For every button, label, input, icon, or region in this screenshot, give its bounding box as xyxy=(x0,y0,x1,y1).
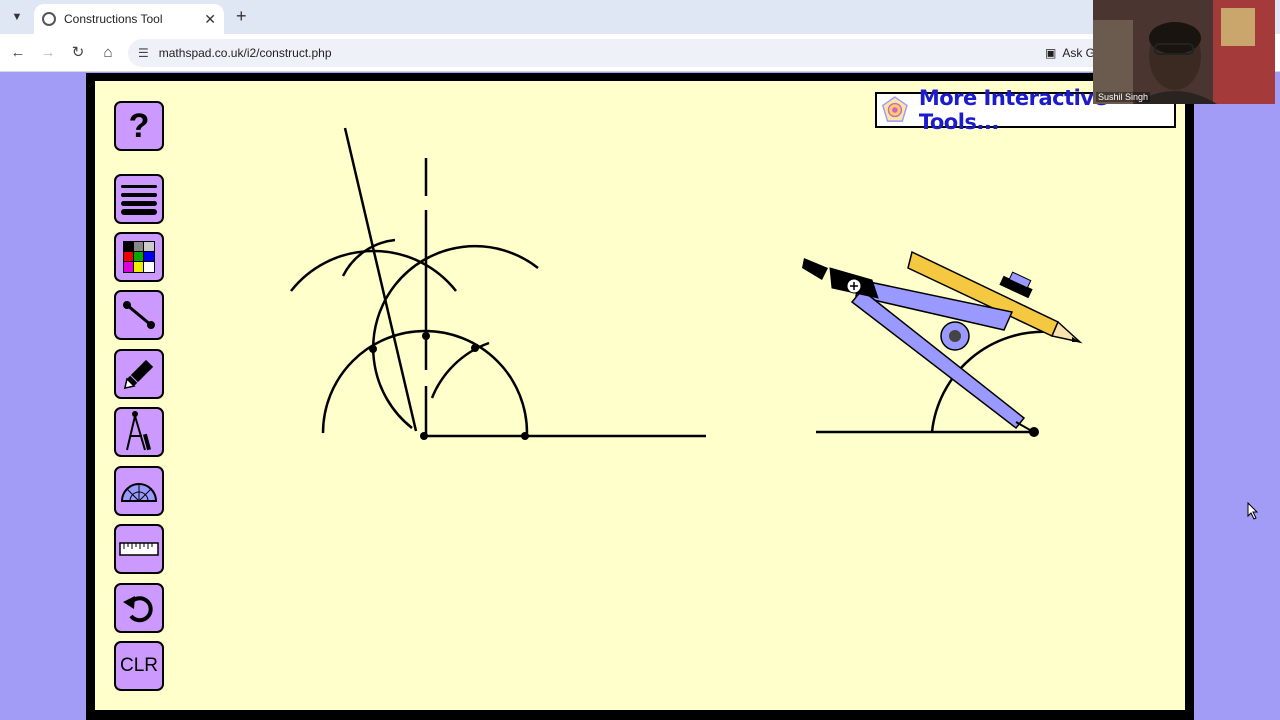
lines-icon xyxy=(121,185,157,215)
compass-button[interactable] xyxy=(114,407,164,457)
reload-icon[interactable]: ↻ xyxy=(68,43,88,63)
line-segment-button[interactable] xyxy=(114,290,164,340)
tab-search-chevron-icon[interactable]: ▼ xyxy=(6,6,28,28)
browser-toolbar: ← → ↻ ⌂ ☰ mathspad.co.uk/i2/construct.ph… xyxy=(0,34,1280,72)
compass-icon xyxy=(126,411,152,451)
undo-button[interactable] xyxy=(114,583,164,633)
ruler-button[interactable] xyxy=(114,524,164,574)
new-tab-button[interactable]: + xyxy=(236,6,247,27)
mouse-cursor-icon xyxy=(1247,502,1259,520)
browser-tab[interactable]: Constructions Tool ✕ xyxy=(34,4,224,34)
forward-arrow-icon[interactable]: → xyxy=(38,43,58,63)
site-info-icon[interactable]: ☰ xyxy=(138,46,149,60)
pencil-icon xyxy=(123,359,154,390)
undo-icon xyxy=(123,596,153,623)
drawing-canvas[interactable] xyxy=(95,81,1185,710)
pencil-button[interactable] xyxy=(114,349,164,399)
ruler-icon xyxy=(119,542,159,556)
palette-icon xyxy=(123,241,155,273)
help-label: ? xyxy=(128,106,150,145)
favicon-icon xyxy=(42,12,56,26)
help-button[interactable]: ? xyxy=(114,101,164,151)
mathspad-logo-icon xyxy=(882,96,908,122)
tab-title: Constructions Tool xyxy=(64,12,163,26)
segment-icon xyxy=(123,301,155,329)
browser-tab-bar: ▼ Constructions Tool ✕ + xyxy=(0,0,1280,34)
protractor-icon xyxy=(120,483,158,502)
gemini-icon: ▣ xyxy=(1045,46,1057,60)
line-weight-button[interactable] xyxy=(114,174,164,224)
url-text: mathspad.co.uk/i2/construct.php xyxy=(158,46,332,60)
colour-palette-button[interactable] xyxy=(114,232,164,282)
participant-name: Sushil Singh xyxy=(1096,92,1151,102)
back-arrow-icon[interactable]: ← xyxy=(8,43,28,63)
protractor-button[interactable] xyxy=(114,466,164,516)
webcam-overlay: Sushil Singh xyxy=(1093,0,1275,104)
participant-video xyxy=(1093,0,1275,104)
clear-button[interactable]: CLR xyxy=(114,641,164,691)
tab-close-icon[interactable]: ✕ xyxy=(204,11,216,28)
home-icon[interactable]: ⌂ xyxy=(98,43,118,63)
clear-label: CLR xyxy=(119,655,158,676)
